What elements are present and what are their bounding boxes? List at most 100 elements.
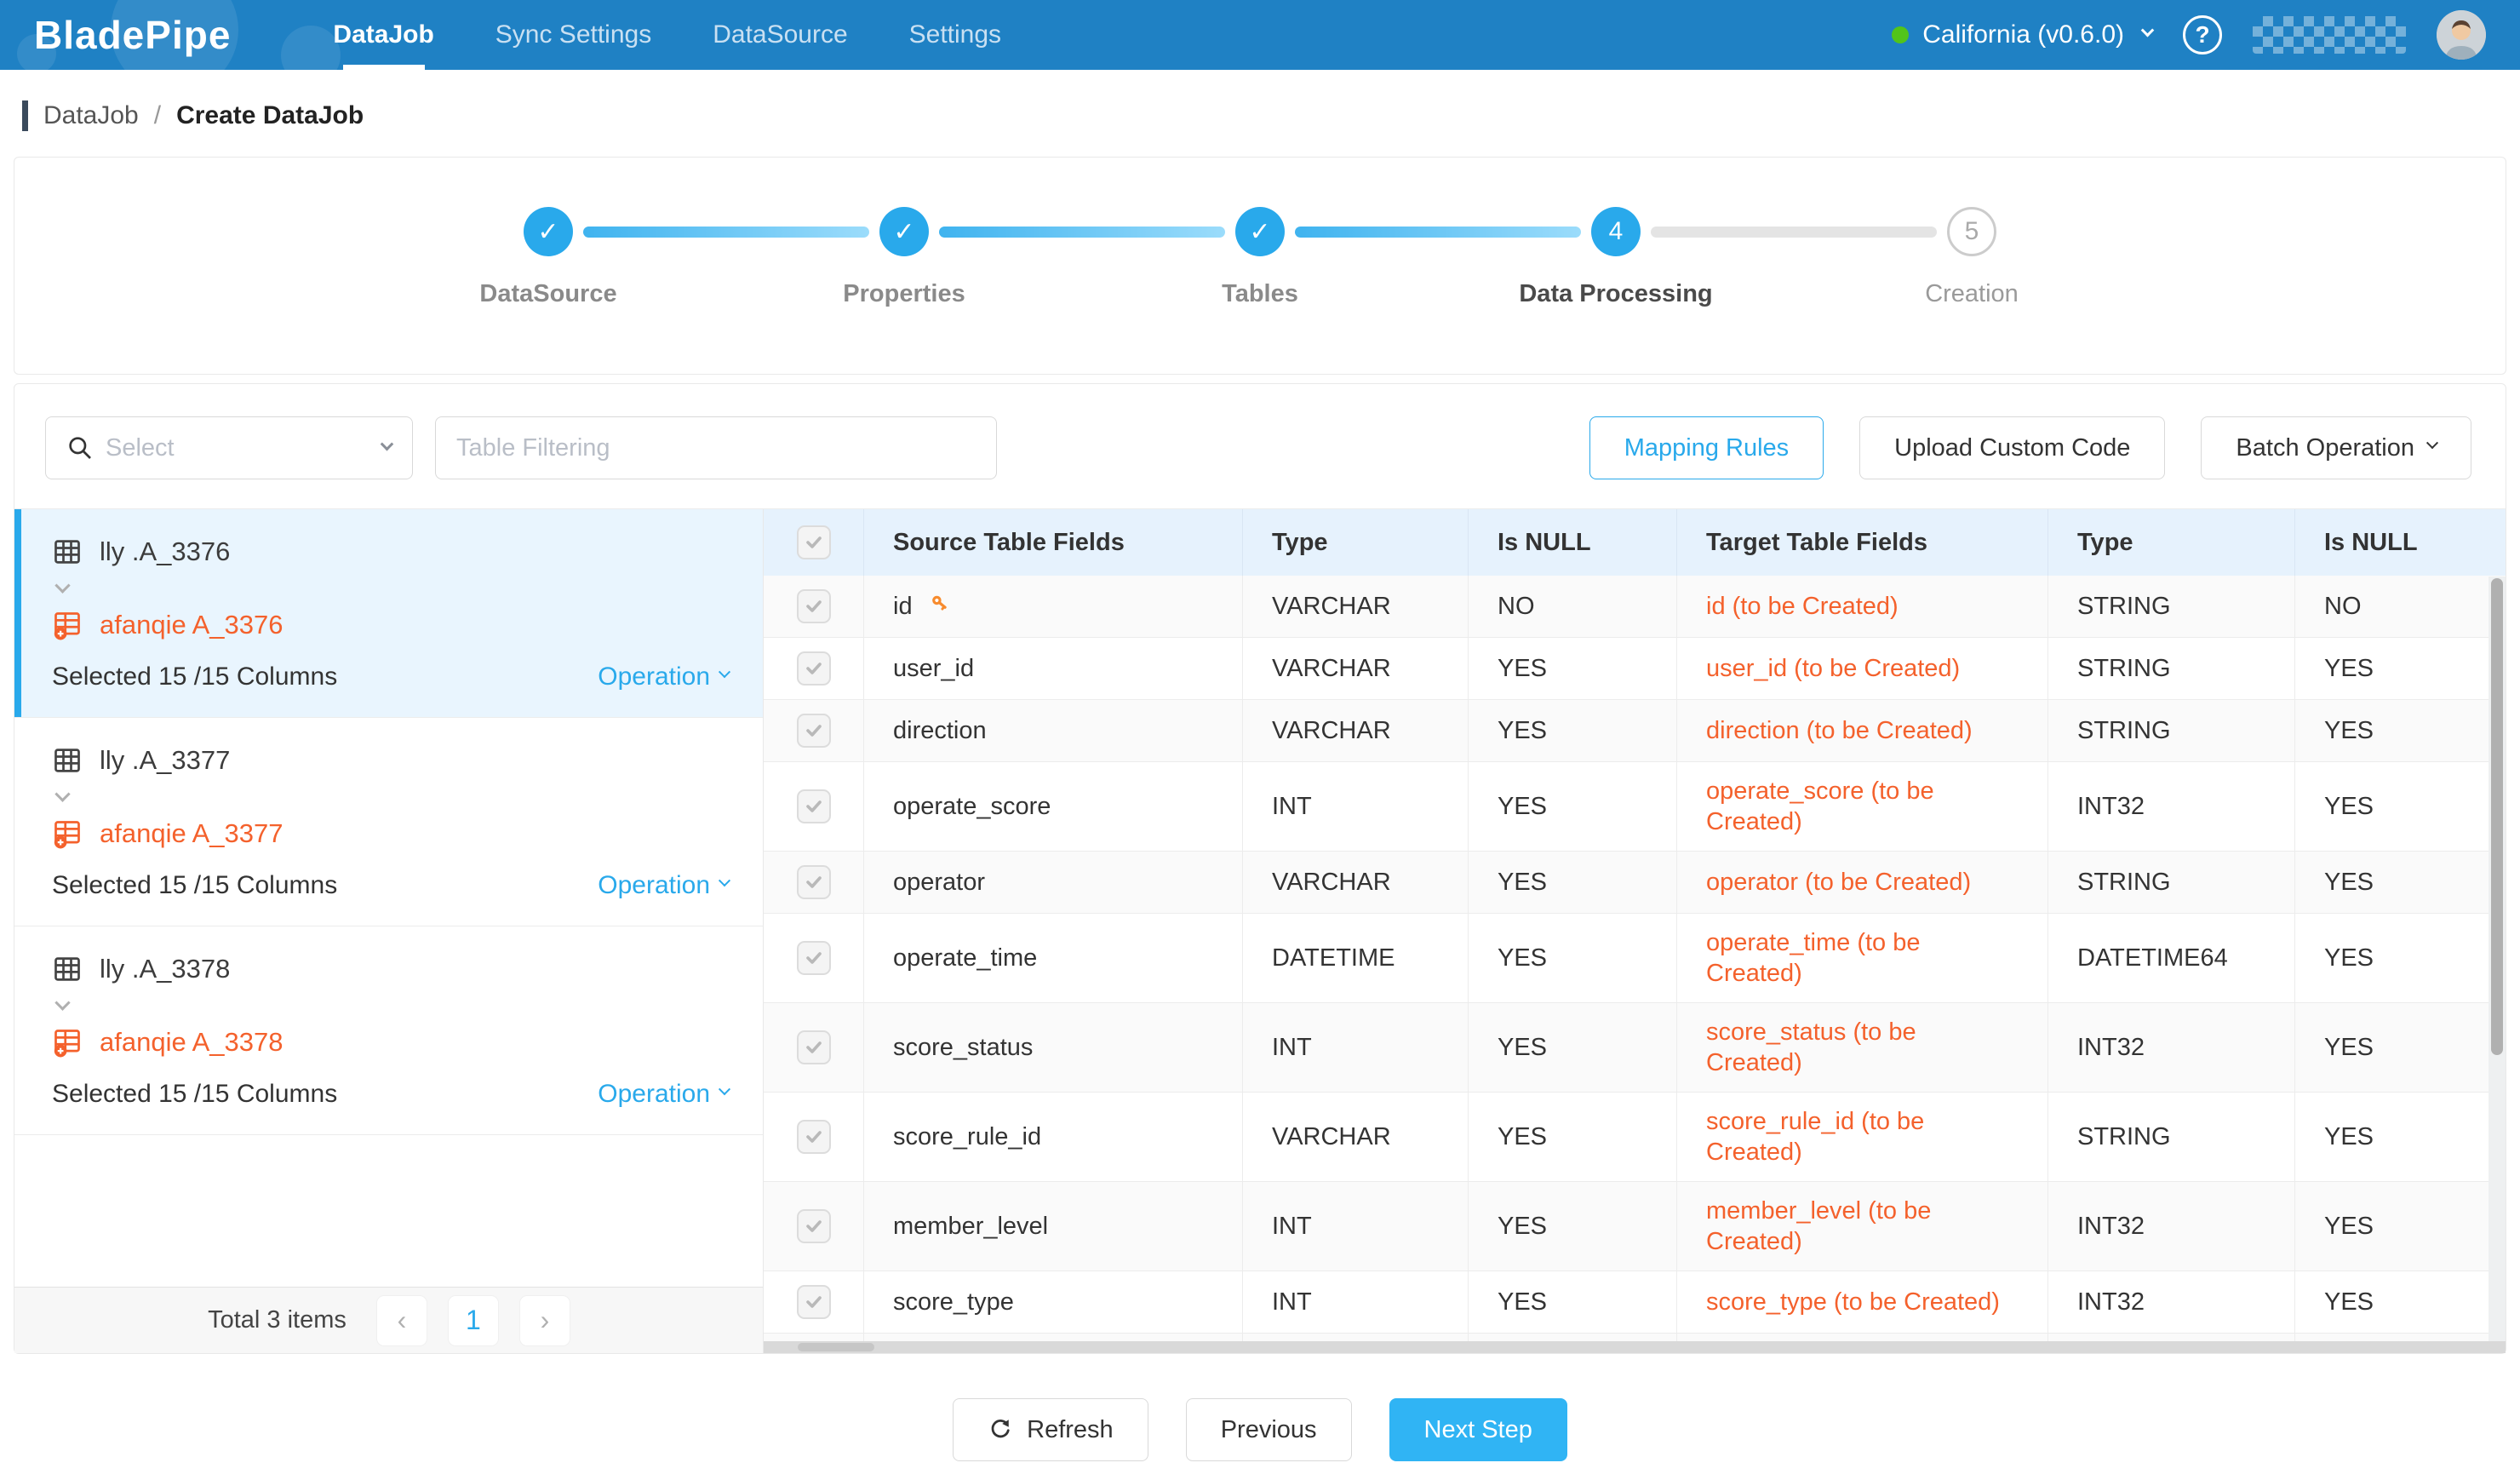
source-type-cell: VARCHAR bbox=[1243, 852, 1469, 913]
breadcrumb-parent[interactable]: DataJob bbox=[43, 101, 139, 130]
previous-button[interactable]: Previous bbox=[1186, 1398, 1352, 1461]
row-checkbox[interactable] bbox=[797, 941, 831, 975]
step-mark: 5 bbox=[1965, 217, 1979, 246]
row-checkbox[interactable] bbox=[797, 714, 831, 748]
tables-panel-filler bbox=[14, 1135, 763, 1287]
source-type-cell: VARCHAR bbox=[1243, 638, 1469, 699]
source-null-cell: YES bbox=[1469, 638, 1677, 699]
source-table-name: lly .A_3378 bbox=[100, 954, 230, 984]
vertical-scrollbar-thumb[interactable] bbox=[2491, 578, 2503, 1055]
refresh-button[interactable]: Refresh bbox=[953, 1398, 1148, 1461]
source-field-name: score_type bbox=[893, 1287, 1014, 1317]
row-checkbox[interactable] bbox=[797, 1030, 831, 1064]
target-field-cell: operate_score (to be Created) bbox=[1677, 762, 2048, 851]
table-filtering-input[interactable] bbox=[456, 434, 976, 462]
row-checkbox[interactable] bbox=[797, 589, 831, 623]
decorative-bubble bbox=[281, 26, 341, 70]
row-checkbox[interactable] bbox=[797, 789, 831, 823]
batch-operation-button[interactable]: Batch Operation bbox=[2201, 416, 2471, 479]
next-step-button[interactable]: Next Step bbox=[1389, 1398, 1567, 1461]
source-type-cell: INT bbox=[1243, 1271, 1469, 1333]
select-all-checkbox[interactable] bbox=[797, 525, 831, 559]
target-table-create-icon bbox=[52, 610, 83, 640]
primary-key-icon bbox=[925, 594, 950, 619]
target-field-cell: member_level (to be Created) bbox=[1677, 1182, 2048, 1271]
pagination-page-1[interactable]: 1 bbox=[449, 1296, 498, 1345]
nav-tab[interactable]: DataSource bbox=[713, 0, 847, 70]
select-input[interactable] bbox=[106, 434, 335, 462]
source-null-cell: YES bbox=[1469, 1182, 1677, 1271]
mapping-rules-button[interactable]: Mapping Rules bbox=[1589, 416, 1824, 479]
pagination-prev-button[interactable]: ‹ bbox=[377, 1296, 427, 1345]
row-checkbox[interactable] bbox=[797, 1209, 831, 1243]
check-icon bbox=[804, 1037, 824, 1058]
map-arrow-down-icon bbox=[57, 1000, 729, 1015]
pagination-next-button[interactable]: › bbox=[520, 1296, 570, 1345]
toolbar-actions: Mapping Rules Upload Custom Code Batch O… bbox=[1589, 416, 2471, 479]
row-checkbox[interactable] bbox=[797, 1285, 831, 1319]
topbar-right: California (v0.6.0) ? bbox=[1892, 10, 2486, 60]
check-icon bbox=[804, 720, 824, 741]
environment-selector[interactable]: California (v0.6.0) bbox=[1892, 20, 2152, 49]
source-type-cell: INT bbox=[1243, 762, 1469, 851]
nav-tab-label: Settings bbox=[909, 20, 1001, 49]
step-mark: ✓ bbox=[1249, 217, 1270, 247]
step-circle: 5 bbox=[1947, 207, 1996, 256]
table-pair-item[interactable]: lly .A_3378 bbox=[14, 926, 763, 1135]
avatar[interactable] bbox=[2437, 10, 2486, 60]
operation-dropdown[interactable]: Operation bbox=[598, 663, 729, 691]
row-checkbox[interactable] bbox=[797, 865, 831, 899]
target-null-cell: YES bbox=[2295, 914, 2506, 1002]
chevron-down-icon bbox=[2426, 437, 2438, 449]
operation-dropdown[interactable]: Operation bbox=[598, 1080, 729, 1109]
breadcrumb-current: Create DataJob bbox=[176, 101, 364, 130]
row-checkbox-cell bbox=[764, 576, 864, 637]
check-icon bbox=[804, 872, 824, 892]
row-checkbox[interactable] bbox=[797, 1120, 831, 1154]
row-checkbox-cell bbox=[764, 1271, 864, 1333]
step-label: Data Processing bbox=[1519, 280, 1712, 308]
target-type-cell: STRING bbox=[2048, 700, 2295, 761]
upload-custom-code-button[interactable]: Upload Custom Code bbox=[1859, 416, 2165, 479]
nav-tab[interactable]: DataJob bbox=[333, 0, 433, 70]
table-row: user_id bbox=[764, 638, 2506, 700]
vertical-scrollbar bbox=[2488, 577, 2506, 1341]
operation-label: Operation bbox=[598, 871, 710, 900]
table-pair-item[interactable]: lly .A_3377 bbox=[14, 718, 763, 926]
row-checkbox-cell bbox=[764, 700, 864, 761]
column-header: Is NULL bbox=[1469, 509, 1677, 576]
target-type-cell: INT32 bbox=[2048, 1003, 2295, 1092]
target-field-cell: id (to be Created) bbox=[1677, 576, 2048, 637]
select-dropdown[interactable] bbox=[45, 416, 413, 479]
target-null-cell: YES bbox=[2295, 1182, 2506, 1271]
target-null-cell: YES bbox=[2295, 762, 2506, 851]
wizard-step: 4 Data Processing bbox=[1591, 207, 1947, 256]
table-row: operate_time bbox=[764, 914, 2506, 1003]
step-connector bbox=[583, 227, 869, 238]
step-connector bbox=[1295, 227, 1581, 238]
source-field-cell: score_rule_id bbox=[864, 1093, 1243, 1181]
check-icon bbox=[804, 796, 824, 817]
total-items-label: Total 3 items bbox=[208, 1306, 346, 1334]
source-type-cell: VARCHAR bbox=[1243, 700, 1469, 761]
row-checkbox[interactable] bbox=[797, 651, 831, 686]
source-null-cell: YES bbox=[1469, 1271, 1677, 1333]
nav-tab[interactable]: Settings bbox=[909, 0, 1001, 70]
tables-panel: lly .A_3376 bbox=[14, 509, 764, 1353]
help-icon[interactable]: ? bbox=[2183, 15, 2222, 54]
step-label: Properties bbox=[843, 280, 965, 308]
nav-tab[interactable]: Sync Settings bbox=[495, 0, 651, 70]
horizontal-scrollbar-thumb[interactable] bbox=[798, 1343, 874, 1351]
source-field-name: user_id bbox=[893, 653, 974, 684]
source-table-icon bbox=[52, 536, 83, 567]
table-row: operator bbox=[764, 852, 2506, 914]
source-field-name: operate_time bbox=[893, 943, 1037, 973]
table-pair-item[interactable]: lly .A_3376 bbox=[14, 509, 763, 718]
app-logo: BladePipe bbox=[34, 12, 231, 58]
operation-dropdown[interactable]: Operation bbox=[598, 871, 729, 900]
chevron-down-icon bbox=[719, 1083, 730, 1095]
table-filtering-field[interactable] bbox=[435, 416, 997, 479]
map-arrow-down-icon bbox=[57, 791, 729, 806]
steps-row: ✓ DataSource ✓ Properties ✓ Tables bbox=[14, 158, 2506, 256]
wizard-step: 5 Creation bbox=[1947, 207, 1996, 256]
